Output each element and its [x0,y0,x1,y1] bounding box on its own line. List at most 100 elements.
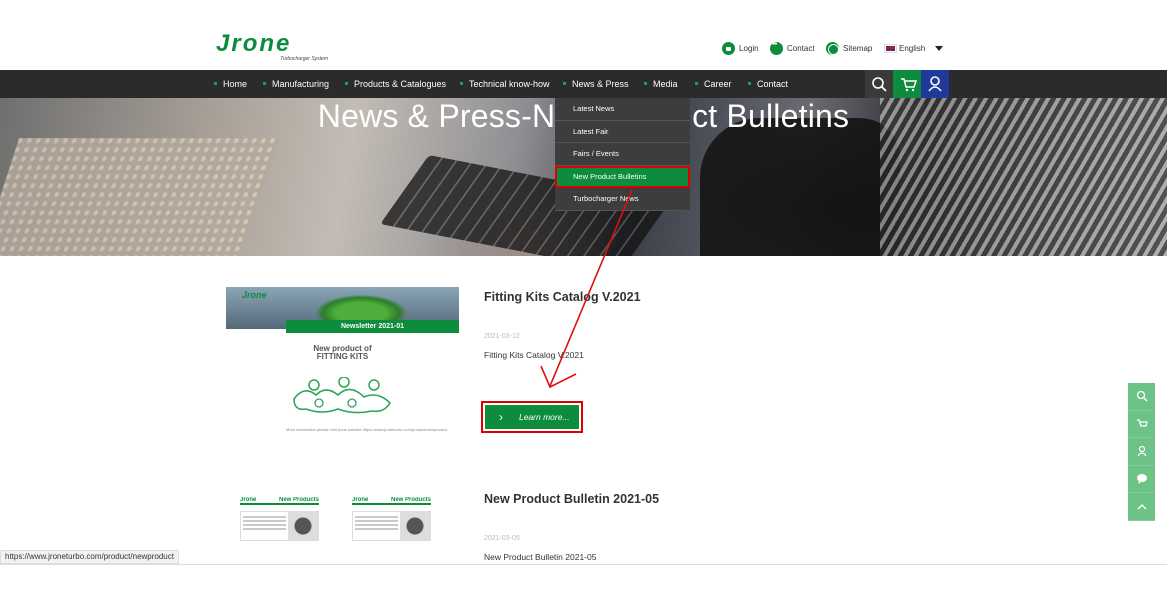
language-label: English [899,43,926,53]
browser-status-url: https://www.jroneturbo.com/product/newpr… [0,550,179,564]
post-date: 2021-03-12 [484,333,520,340]
nav-home[interactable]: Home [214,70,247,98]
hero-granite-shape [0,138,280,256]
jrone-logo[interactable]: Jrone Turbocharger System [216,30,332,64]
thumbnail-logo: Jrone [240,497,257,503]
thumbnail-product-card [352,511,431,541]
thumbnail-page: Jrone New Products [338,497,445,567]
learn-more-button[interactable]: › Learn more... [481,401,583,433]
nav-label: Career [704,79,732,89]
chevron-down-icon [935,45,944,51]
post-description: New Product Bulletin 2021-05 [484,552,597,562]
chat-icon [770,41,783,55]
thumbnail-divider [240,503,319,505]
login-link[interactable]: Login [722,40,759,56]
side-cart-button[interactable] [1128,411,1155,439]
search-icon [872,77,887,92]
nav-career[interactable]: Career [695,70,732,98]
thumbnail-page: Jrone New Products [226,497,333,567]
chevron-up-icon [1137,503,1146,510]
post-thumbnail[interactable]: Jrone New Products Jrone New Products [226,497,459,567]
thumbnail-page-header: Jrone New Products [226,497,333,503]
bullet-icon [748,82,751,86]
menu-item-turbocharger-news[interactable]: Turbocharger News [555,188,690,211]
nav-contact[interactable]: Contact [748,70,788,98]
side-user-button[interactable] [1128,438,1155,466]
learn-more-label: Learn more... [519,412,570,422]
turbo-image [288,512,318,540]
contact-link[interactable]: Contact [770,40,815,56]
main-nav: Home Manufacturing Products & Catalogues… [0,70,1167,98]
post-title[interactable]: New Product Bulletin 2021-05 [484,492,659,506]
thumbnail-heading: New product of FITTING KITS [226,345,459,361]
thumbnail-page-heading: New Products [390,497,431,503]
user-icon [928,76,942,92]
bullet-icon [263,82,266,86]
site-header: Jrone Turbocharger System Login Contact … [0,0,1167,70]
thumbnail-logo: Jrone [242,290,267,300]
search-icon [1136,391,1147,402]
uk-flag-icon [884,43,897,53]
hero-camera-shape [700,118,900,256]
back-to-top-button[interactable] [1128,493,1155,521]
nav-label: Media [653,79,678,89]
bullet-icon [460,82,463,86]
post-title[interactable]: Fitting Kits Catalog V.2021 [484,290,641,304]
side-search-button[interactable] [1128,383,1155,411]
chat-icon [1136,474,1147,485]
sitemap-link[interactable]: Sitemap [826,40,872,56]
user-icon [1137,446,1146,457]
thumbnail-product-card [240,511,319,541]
cart-button[interactable] [893,70,921,98]
chevron-right-icon: › [499,410,503,424]
nav-label: Products & Catalogues [354,79,447,89]
nav-label: Manufacturing [272,79,330,89]
menu-item-latest-fair[interactable]: Latest Fair [555,121,690,144]
language-selector[interactable]: English [884,40,944,56]
search-button[interactable] [865,70,893,98]
post-description: Fitting Kits Catalog V.2021 [484,350,584,360]
thumbnail-footer-text: More information please visit jrone webs… [286,427,448,432]
bullet-icon [695,82,698,86]
thumbnail-heading-line2: FITTING KITS [316,352,369,361]
post-thumbnail[interactable]: Jrone Newsletter 2021-01 New product of F… [226,287,459,437]
cart-icon [1136,419,1148,427]
thumbnail-page-heading: New Products [278,497,319,503]
bullet-icon [214,82,217,86]
side-toolbar [1128,383,1155,521]
turbo-image [400,512,430,540]
logo-text: Jrone [216,30,292,57]
nav-news-press[interactable]: News & Press [563,70,629,98]
account-button[interactable] [921,70,949,98]
bullet-icon [563,82,566,86]
globe-icon [826,41,839,55]
menu-item-latest-news[interactable]: Latest News [555,98,690,121]
divider [0,564,1167,565]
post-date: 2021-03-05 [484,535,520,542]
gasket-illustration [293,377,392,414]
nav-technical-know-how[interactable]: Technical know-how [460,70,550,98]
nav-label: Technical know-how [469,79,550,89]
sitemap-label: Sitemap [843,43,873,53]
contact-label: Contact [787,43,815,53]
menu-item-fairs-events[interactable]: Fairs / Events [555,143,690,166]
lock-icon [722,41,735,55]
logo-tagline: Turbocharger System [280,56,328,62]
nav-media[interactable]: Media [644,70,678,98]
bullet-icon [644,82,647,86]
nav-manufacturing[interactable]: Manufacturing [263,70,329,98]
thumbnail-page-header: Jrone New Products [338,497,445,503]
thumbnail-newsletter-label: Newsletter 2021-01 [286,320,459,333]
thumbnail-divider [352,503,431,505]
side-chat-button[interactable] [1128,466,1155,494]
bullet-icon [345,82,348,86]
nav-label: Contact [757,79,789,89]
news-press-dropdown: Latest News Latest Fair Fairs / Events N… [555,98,690,211]
nav-label: Home [223,79,248,89]
nav-label: News & Press [572,79,629,89]
thumbnail-logo: Jrone [352,497,369,503]
nav-products-catalogues[interactable]: Products & Catalogues [345,70,446,98]
cart-icon [901,78,918,92]
menu-item-new-product-bulletins[interactable]: New Product Bulletins [555,165,690,189]
login-label: Login [739,43,759,53]
